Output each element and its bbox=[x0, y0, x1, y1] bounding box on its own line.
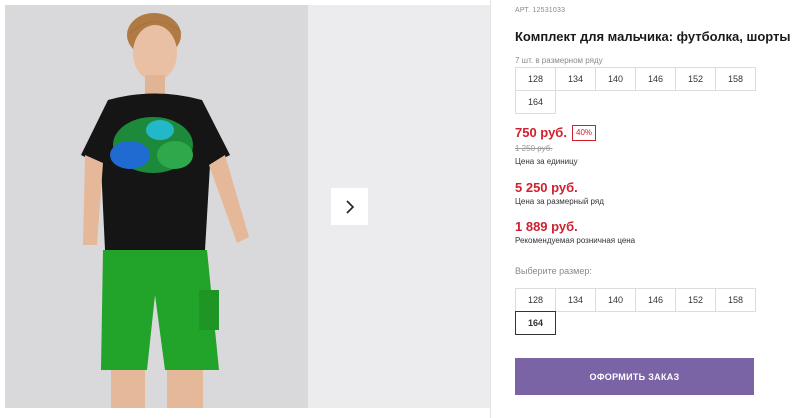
panel-divider bbox=[490, 0, 491, 418]
size-row-cell: 134 bbox=[555, 67, 596, 91]
place-order-button[interactable]: ОФОРМИТЬ ЗАКАЗ bbox=[515, 358, 754, 395]
unit-price-label: Цена за единицу bbox=[515, 157, 578, 166]
size-selector: 128 134 140 146 152 158 164 bbox=[515, 288, 760, 335]
size-option[interactable]: 158 bbox=[715, 288, 756, 312]
size-row-cell: 128 bbox=[515, 67, 556, 91]
product-info: АРТ. 12531033 Комплект для мальчика: фут… bbox=[515, 0, 795, 418]
size-row-cell: 146 bbox=[635, 67, 676, 91]
size-row-price: 5 250 руб. bbox=[515, 180, 578, 195]
size-row-note: 7 шт. в размерном ряду bbox=[515, 56, 603, 65]
product-gallery bbox=[0, 0, 490, 418]
recommended-retail-price: 1 889 руб. bbox=[515, 219, 578, 234]
chevron-right-icon bbox=[345, 199, 354, 214]
size-option[interactable]: 152 bbox=[675, 288, 716, 312]
old-price: 1 250 руб. bbox=[515, 144, 553, 153]
choose-size-label: Выберите размер: bbox=[515, 266, 592, 276]
recommended-retail-price-label: Рекомендуемая розничная цена bbox=[515, 236, 636, 245]
product-title: Комплект для мальчика: футболка, шорты bbox=[515, 29, 791, 44]
product-sku: АРТ. 12531033 bbox=[515, 7, 566, 14]
unit-price: 750 руб. bbox=[515, 125, 567, 140]
boy-photo-illustration bbox=[5, 5, 308, 408]
size-option[interactable]: 134 bbox=[555, 288, 596, 312]
size-row-cell: 158 bbox=[715, 67, 756, 91]
discount-badge: 40% bbox=[572, 125, 597, 141]
next-photo-button[interactable] bbox=[331, 188, 368, 225]
size-option[interactable]: 140 bbox=[595, 288, 636, 312]
size-option[interactable]: 146 bbox=[635, 288, 676, 312]
size-option-selected[interactable]: 164 bbox=[515, 311, 556, 335]
size-row-cell: 164 bbox=[515, 90, 556, 114]
size-option[interactable]: 128 bbox=[515, 288, 556, 312]
size-row-price-label: Цена за размерный ряд bbox=[515, 197, 604, 206]
size-row-cell: 140 bbox=[595, 67, 636, 91]
size-row-grid: 128 134 140 146 152 158 164 bbox=[515, 67, 760, 114]
size-row-cell: 152 bbox=[675, 67, 716, 91]
product-photo[interactable] bbox=[5, 5, 308, 408]
